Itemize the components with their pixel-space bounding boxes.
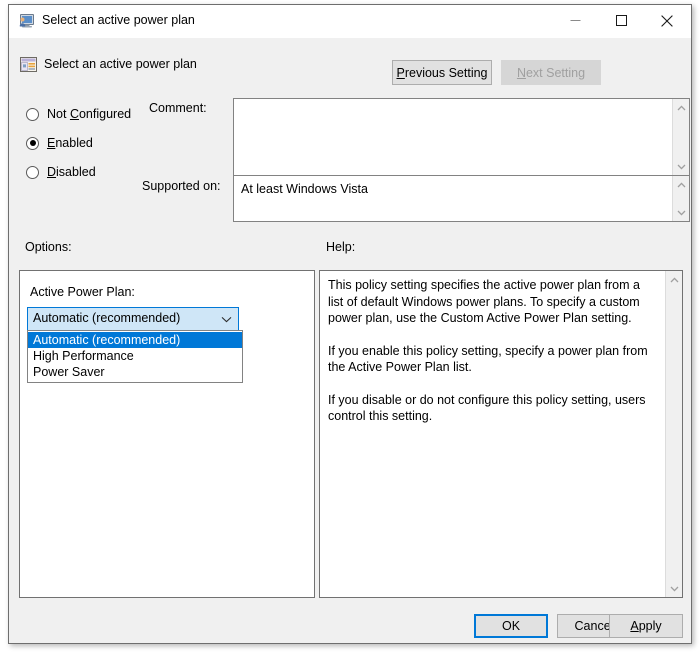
scroll-up-icon[interactable] xyxy=(673,176,689,193)
help-paragraph-3: If you disable or do not configure this … xyxy=(328,392,646,424)
maximize-icon xyxy=(615,15,627,26)
comment-textarea[interactable] xyxy=(233,98,690,176)
scroll-down-icon[interactable] xyxy=(673,204,689,221)
radio-not-configured-label: Not Configured xyxy=(47,107,132,121)
dropdown-option-automatic[interactable]: Automatic (recommended) xyxy=(28,332,242,348)
scroll-up-icon[interactable] xyxy=(673,99,689,116)
supported-on-label: Supported on: xyxy=(142,179,221,193)
comment-label: Comment: xyxy=(149,101,207,115)
scroll-up-icon[interactable] xyxy=(666,271,682,288)
help-section-label: Help: xyxy=(326,240,356,254)
radio-disabled[interactable]: Disabled xyxy=(26,163,96,181)
dropdown-option-high-performance[interactable]: High Performance xyxy=(28,348,242,364)
title-bar: Select an active power plan xyxy=(9,5,691,38)
help-paragraph-2: If you enable this policy setting, speci… xyxy=(328,343,648,375)
next-setting-label-rest: ext Setting xyxy=(525,65,586,80)
chevron-down-icon[interactable] xyxy=(221,308,232,330)
next-setting-accel: N xyxy=(516,65,526,80)
next-setting-button[interactable]: Next Setting xyxy=(501,60,601,85)
options-section-label: Options: xyxy=(25,240,72,254)
close-icon xyxy=(661,14,673,27)
maximize-button[interactable] xyxy=(598,5,644,36)
supported-on-value: At least Windows Vista xyxy=(241,182,368,196)
radio-disabled-mark xyxy=(26,165,39,179)
dropdown-option-power-saver[interactable]: Power Saver xyxy=(28,364,242,380)
scroll-down-icon[interactable] xyxy=(673,158,689,175)
scroll-down-icon[interactable] xyxy=(666,580,682,597)
window-title: Select an active power plan xyxy=(42,13,195,27)
apply-accel: A xyxy=(630,619,639,633)
policy-title: Select an active power plan xyxy=(44,57,197,71)
help-panel: This policy setting specifies the active… xyxy=(319,270,683,598)
comment-scrollbar[interactable] xyxy=(672,99,689,175)
active-power-plan-label: Active Power Plan: xyxy=(30,285,135,299)
supported-on-field[interactable]: At least Windows Vista xyxy=(233,175,690,222)
active-power-plan-value: Automatic (recommended) xyxy=(33,311,181,325)
minimize-button[interactable] xyxy=(552,5,598,36)
radio-enabled-label: Enabled xyxy=(47,136,93,150)
radio-enabled[interactable]: Enabled xyxy=(26,134,93,152)
minimize-icon xyxy=(570,20,580,21)
help-text: This policy setting specifies the active… xyxy=(328,277,658,425)
help-paragraph-1: This policy setting specifies the active… xyxy=(328,278,640,325)
computer-user-icon xyxy=(18,13,35,29)
active-power-plan-dropdown-list[interactable]: Automatic (recommended) High Performance… xyxy=(27,330,243,383)
close-button[interactable] xyxy=(644,5,690,36)
radio-enabled-mark xyxy=(26,136,39,150)
apply-button[interactable]: Apply xyxy=(609,614,683,638)
active-power-plan-combobox[interactable]: Automatic (recommended) xyxy=(27,307,239,331)
options-panel: Active Power Plan: Automatic (recommende… xyxy=(19,270,315,598)
apply-label-rest: pply xyxy=(638,619,662,633)
radio-disabled-label: Disabled xyxy=(47,165,96,179)
radio-not-configured[interactable]: Not Configured xyxy=(26,105,131,123)
previous-setting-label-rest: revious Setting xyxy=(404,65,488,80)
policy-setting-icon xyxy=(20,56,38,73)
radio-not-configured-mark xyxy=(26,107,39,121)
previous-setting-button[interactable]: Previous Setting xyxy=(392,60,492,85)
ok-button[interactable]: OK xyxy=(474,614,548,638)
previous-setting-accel: P xyxy=(396,65,405,80)
supported-on-scrollbar[interactable] xyxy=(672,176,689,221)
power-plan-policy-dialog: Select an active power plan Select an ac… xyxy=(8,4,692,644)
help-scrollbar[interactable] xyxy=(665,271,682,597)
